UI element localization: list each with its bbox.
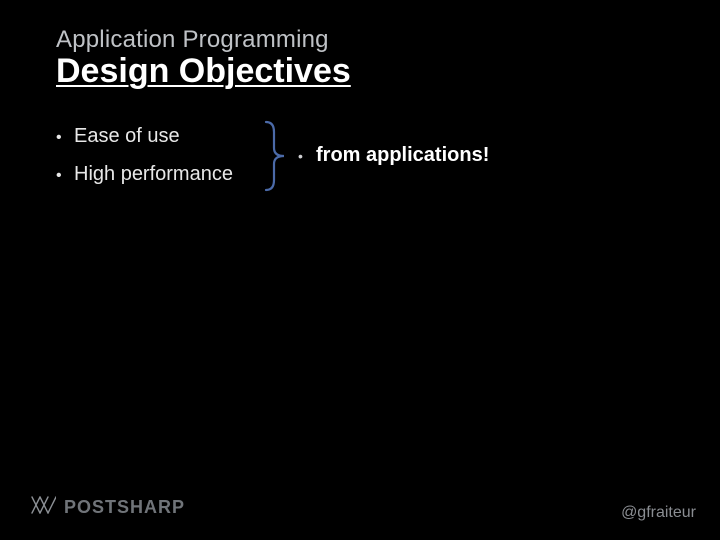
bullet-icon: • [298, 144, 316, 167]
bullet-icon: • [56, 162, 74, 186]
postsharp-wordmark: POSTSHARP [64, 497, 185, 518]
list-item: • Ease of use [56, 124, 266, 148]
list-item-label: High performance [74, 162, 233, 186]
postsharp-mark-icon [30, 495, 56, 520]
content-row: • Ease of use • High performance • from … [56, 124, 489, 192]
slide: Application Programming Design Objective… [0, 0, 720, 540]
slide-pretitle: Application Programming [56, 28, 351, 52]
author-handle: @gfraiteur [621, 504, 696, 522]
summary-label: from applications! [316, 144, 489, 167]
list-item-label: Ease of use [74, 124, 180, 148]
summary-item: • from applications! [298, 144, 489, 167]
title-block: Application Programming Design Objective… [56, 28, 351, 90]
bullet-icon: • [56, 124, 74, 148]
curly-bracket-icon [260, 120, 290, 192]
footer-logo: POSTSHARP [30, 495, 185, 520]
slide-title: Design Objectives [56, 54, 351, 90]
bracket-path [266, 122, 284, 190]
list-item: • High performance [56, 162, 266, 186]
objectives-list: • Ease of use • High performance [56, 124, 266, 186]
